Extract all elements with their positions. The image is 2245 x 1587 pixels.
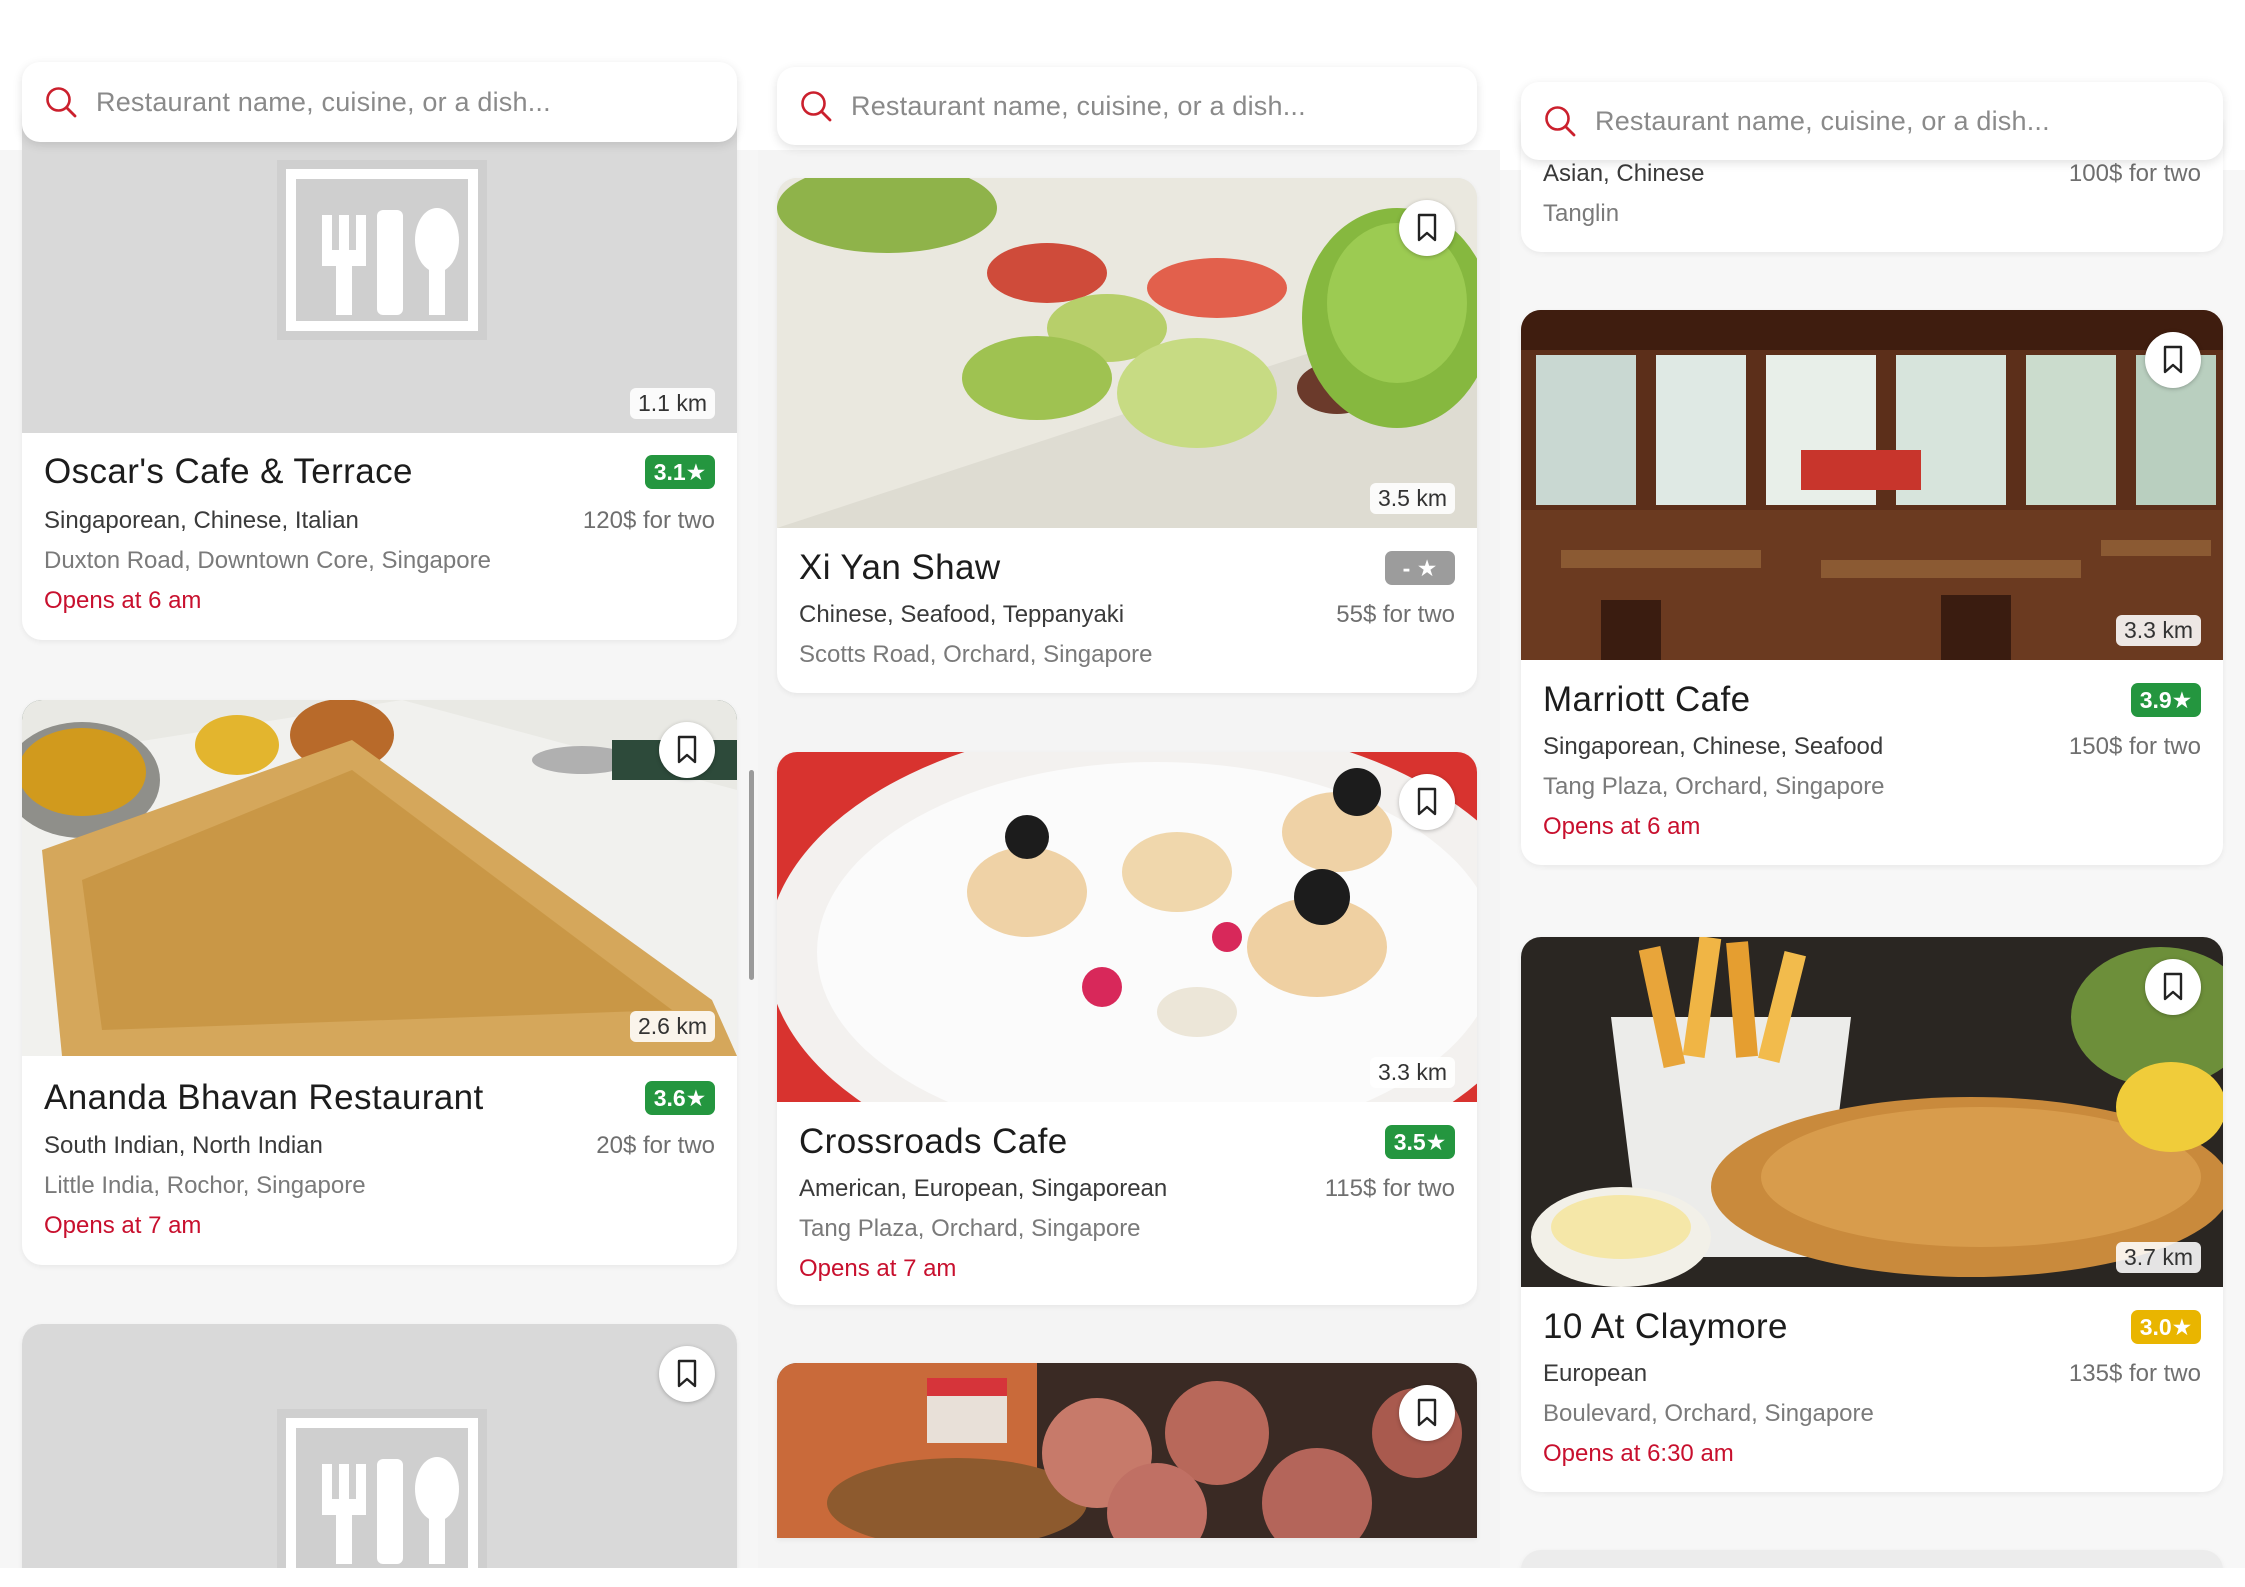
cuisine-text: American, European, Singaporean [799,1175,1168,1202]
restaurant-photo: 2.6 km [22,700,737,1056]
restaurant-card-marriott-cafe[interactable]: 3.3 km Marriott Cafe 3.9★ Singaporean, C… [1521,310,2223,865]
distance-badge: 3.7 km [2115,1242,2201,1273]
cuisine-text: South Indian, North Indian [44,1132,323,1159]
price-text: 100$ for two [2068,160,2201,187]
restaurant-card-partial[interactable] [22,1324,737,1568]
price-text: 55$ for two [1336,601,1455,628]
rating-badge: 3.1★ [645,455,715,489]
opening-time: Opens at 6 am [44,587,202,614]
restaurant-photo: 3.3 km [1521,310,2223,660]
restaurant-card-ananda-bhavan[interactable]: 2.6 km Ananda Bhavan Restaurant 3.6★ Sou… [22,700,737,1265]
restaurant-photo: 3.5 km [777,178,1477,528]
restaurant-name: Marriott Cafe [1543,680,1751,719]
scallop-dish-photo [777,752,1477,1102]
price-text: 20$ for two [596,1132,715,1159]
location-text: Little India, Rochor, Singapore [44,1172,366,1199]
location-text: Duxton Road, Downtown Core, Singapore [44,547,491,574]
distance-badge: 3.5 km [1369,483,1455,514]
restaurant-photo: 3.7 km [1521,937,2223,1287]
price-text: 135$ for two [2068,1360,2201,1387]
rating-badge: - ★ [1385,551,1455,585]
restaurant-name: Xi Yan Shaw [799,548,1001,587]
cafe-interior-photo [1521,310,2223,660]
cuisine-text: Singaporean, Chinese, Italian [44,507,359,534]
opening-time: Opens at 6 am [1543,813,1701,840]
bookmark-button[interactable] [2145,959,2201,1015]
restaurant-photo-placeholder: 1.1 km [22,100,737,433]
restaurant-card-10-at-claymore[interactable]: 3.7 km 10 At Claymore 3.0★ European 135$… [1521,937,2223,1492]
rating-badge: 3.0★ [2131,1310,2201,1344]
restaurant-card-partial[interactable] [1521,1550,2223,1568]
restaurant-card-oscars[interactable]: 1.1 km Oscar's Cafe & Terrace 3.1★ Singa… [22,100,737,640]
opening-time: Opens at 7 am [799,1255,957,1282]
search-bar[interactable]: Restaurant name, cuisine, or a dish... [22,62,737,142]
search-bar[interactable]: Restaurant name, cuisine, or a dish... [1521,82,2223,160]
search-bar[interactable]: Restaurant name, cuisine, or a dish... [777,67,1477,145]
cuisine-text: Chinese, Seafood, Teppanyaki [799,601,1125,628]
cuisine-text: European [1543,1360,1648,1387]
search-placeholder: Restaurant name, cuisine, or a dish... [1595,105,2050,136]
rating-badge: 3.6★ [645,1081,715,1115]
screen-column-1: Restaurant name, cuisine, or a dish... 1… [0,0,758,1568]
restaurant-card-partial[interactable] [777,1363,1477,1538]
distance-badge: 1.1 km [629,388,715,419]
fish-and-chips-photo [1521,937,2223,1287]
price-text: 150$ for two [2068,733,2201,760]
location-text: Tang Plaza, Orchard, Singapore [799,1215,1141,1242]
restaurant-name: Oscar's Cafe & Terrace [44,452,413,491]
search-placeholder: Restaurant name, cuisine, or a dish... [851,90,1306,121]
location-text: Tang Plaza, Orchard, Singapore [1543,773,1885,800]
bookmark-button[interactable] [659,1346,715,1402]
bookmark-icon [1415,213,1439,243]
bookmark-button[interactable] [659,722,715,778]
restaurant-card-xi-yan-shaw[interactable]: 3.5 km Xi Yan Shaw - ★ Chinese, Seafood,… [777,178,1477,693]
dessert-photo [777,1363,1477,1538]
bookmark-icon [675,735,699,765]
restaurant-name: Crossroads Cafe [799,1122,1068,1161]
screen-column-2: Restaurant name, cuisine, or a dish... 3… [758,0,1500,1568]
distance-badge: 2.6 km [629,1011,715,1042]
cuisine-text: Asian, Chinese [1543,160,1705,187]
restaurant-photo-placeholder [22,1324,737,1568]
bookmark-button[interactable] [1399,774,1455,830]
bookmark-icon [2161,972,2185,1002]
location-text: Scotts Road, Orchard, Singapore [799,641,1153,668]
location-text: Boulevard, Orchard, Singapore [1543,1400,1874,1427]
search-icon [1543,104,1577,138]
search-icon [44,85,78,119]
bookmark-button[interactable] [1399,200,1455,256]
bookmark-button[interactable] [1399,1385,1455,1441]
price-text: 115$ for two [1324,1175,1455,1202]
bookmark-icon [2161,345,2185,375]
distance-badge: 3.3 km [2115,615,2201,646]
cuisine-text: Singaporean, Chinese, Seafood [1543,733,1884,760]
fruit-platter-photo [777,178,1477,528]
bookmark-button[interactable] [2145,332,2201,388]
cutlery-placeholder-icon [277,1409,487,1568]
opening-time: Opens at 7 am [44,1212,202,1239]
scrollbar[interactable] [749,770,754,980]
restaurant-card-crossroads-cafe[interactable]: 3.3 km Crossroads Cafe 3.5★ American, Eu… [777,752,1477,1305]
cutlery-placeholder-icon [277,160,487,340]
opening-time: Opens at 6:30 am [1543,1440,1734,1467]
bookmark-icon [1415,1398,1439,1428]
price-text: 120$ for two [582,507,715,534]
restaurant-name: 10 At Claymore [1543,1307,1788,1346]
dosa-photo [22,700,737,1056]
screen-column-3: Asian, Chinese 100$ for two Tanglin Rest… [1500,0,2245,1568]
location-text: Tanglin [1543,200,1620,227]
distance-badge: 3.3 km [1369,1057,1455,1088]
bookmark-icon [675,1359,699,1389]
restaurant-name: Ananda Bhavan Restaurant [44,1078,484,1117]
rating-badge: 3.5★ [1385,1125,1455,1159]
search-placeholder: Restaurant name, cuisine, or a dish... [96,86,551,117]
rating-badge: 3.9★ [2131,683,2201,717]
bookmark-icon [1415,787,1439,817]
restaurant-photo [777,1363,1477,1538]
restaurant-photo: 3.3 km [777,752,1477,1102]
search-icon [799,89,833,123]
